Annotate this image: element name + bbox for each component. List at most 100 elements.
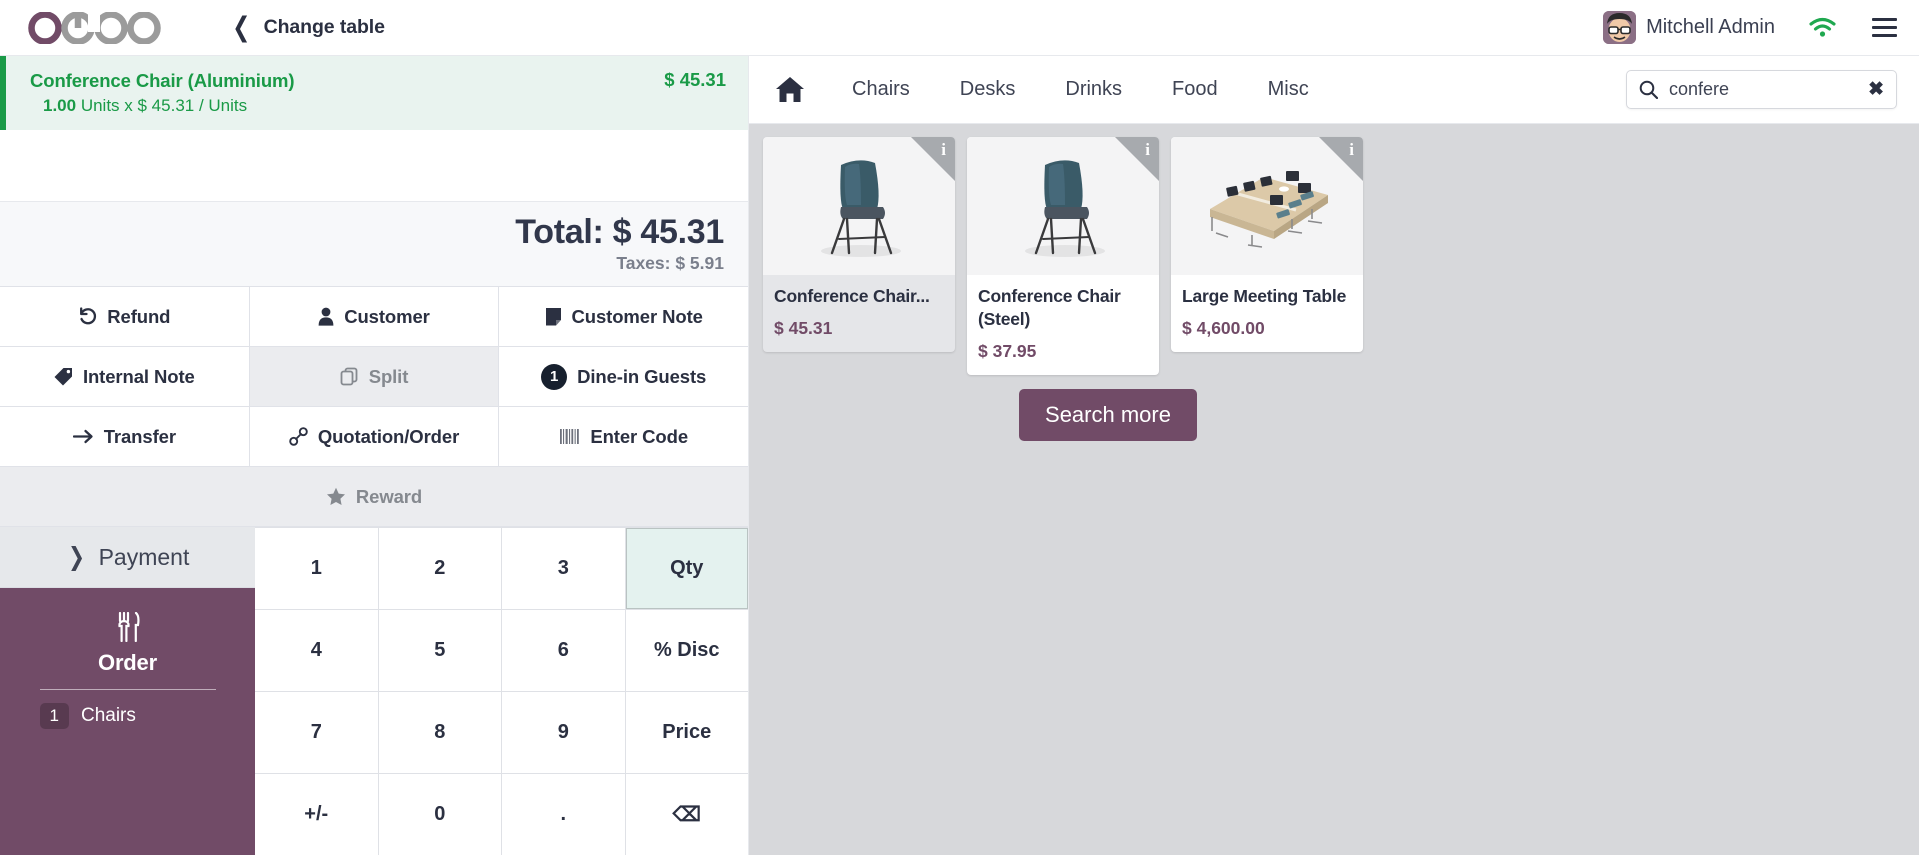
- product-card[interactable]: i Conference Chair... $ 45.31: [763, 137, 955, 352]
- info-icon[interactable]: i: [911, 137, 955, 181]
- action-row-2: Internal Note Split 1 Dine-in Guests: [0, 347, 749, 407]
- payment-numpad-section: ❯ Payment Order 1 Chairs 1 2 3 Qty 4 5 6…: [0, 527, 748, 855]
- info-corner-triangle: [1115, 137, 1159, 181]
- product-image: i: [1171, 137, 1363, 275]
- payment-button[interactable]: ❯ Payment: [0, 527, 255, 588]
- link-icon: [289, 427, 308, 446]
- category-food[interactable]: Food: [1147, 56, 1243, 123]
- star-icon: [326, 487, 346, 506]
- numpad-key-3[interactable]: 3: [502, 528, 625, 609]
- close-x-icon[interactable]: ✖: [1868, 80, 1884, 99]
- numpad-key-6[interactable]: 6: [502, 610, 625, 691]
- wifi-icon[interactable]: [1809, 17, 1836, 38]
- internal-note-button[interactable]: Internal Note: [0, 347, 250, 406]
- product-info: Conference Chair (Steel) $ 37.95: [967, 275, 1159, 375]
- order-totals: Total: $ 45.31 Taxes: $ 5.91: [0, 201, 748, 286]
- numpad-key-1[interactable]: 1: [255, 528, 378, 609]
- category-desks[interactable]: Desks: [935, 56, 1041, 123]
- order-taxes: Taxes: $ 5.91: [616, 253, 724, 273]
- customer-note-button[interactable]: Customer Note: [499, 287, 749, 346]
- customer-button[interactable]: Customer: [249, 287, 500, 346]
- dine-in-guests-label: Dine-in Guests: [577, 365, 707, 387]
- search-more-button[interactable]: Search more: [1019, 388, 1197, 441]
- numpad-key-9[interactable]: 9: [502, 692, 625, 773]
- info-corner-triangle: [1319, 137, 1363, 181]
- order-card-title: Order: [98, 650, 157, 675]
- reward-label: Reward: [355, 485, 423, 507]
- enter-code-button[interactable]: Enter Code: [499, 407, 749, 466]
- product-image: i: [967, 137, 1159, 275]
- wifi-icon-svg: [1809, 17, 1836, 37]
- orderline-selected[interactable]: Conference Chair (Aluminium) 1.00 Units …: [0, 56, 748, 131]
- numpad-key-backspace[interactable]: ⌫: [625, 774, 748, 855]
- orderline-price: $ 45.31: [664, 69, 726, 90]
- category-chairs[interactable]: Chairs: [827, 56, 935, 123]
- conference-chair-aluminium-photo: [799, 147, 919, 265]
- quotation-order-button[interactable]: Quotation/Order: [249, 407, 500, 466]
- products-area: i Conference Chair... $ 45.31 i Conferen…: [749, 124, 1919, 855]
- product-info: Large Meeting Table $ 4,600.00: [1171, 275, 1363, 352]
- info-icon[interactable]: i: [1319, 137, 1363, 181]
- product-image: i: [763, 137, 955, 275]
- numpad-key-discount[interactable]: % Disc: [625, 610, 748, 691]
- numpad-key-price[interactable]: Price: [625, 692, 748, 773]
- numpad-key-4[interactable]: 4: [255, 610, 378, 691]
- product-info: Conference Chair... $ 45.31: [763, 275, 955, 352]
- info-letter: i: [1349, 140, 1354, 159]
- reward-button[interactable]: Reward: [0, 467, 748, 526]
- top-navbar: ❮ Change table Mitchell Admin: [0, 0, 1919, 56]
- main-content: Conference Chair (Aluminium) 1.00 Units …: [0, 56, 1919, 855]
- arrow-right-icon: [72, 428, 94, 445]
- numpad-key-0[interactable]: 0: [378, 774, 501, 855]
- numpad-key-5[interactable]: 5: [378, 610, 501, 691]
- change-table-button[interactable]: ❮ Change table: [230, 14, 385, 41]
- category-misc[interactable]: Misc: [1243, 56, 1334, 123]
- numpad-key-2[interactable]: 2: [378, 528, 501, 609]
- change-table-label: Change table: [263, 16, 385, 38]
- transfer-button[interactable]: Transfer: [0, 407, 250, 466]
- pos-application: ❮ Change table Mitchell Admin Conference…: [0, 0, 1919, 855]
- product-price: $ 45.31: [774, 317, 833, 338]
- order-summary-card[interactable]: Order 1 Chairs: [0, 588, 255, 855]
- numpad-key-plusminus[interactable]: +/-: [255, 774, 378, 855]
- quotation-order-label: Quotation/Order: [317, 425, 460, 447]
- odoo-logo[interactable]: [0, 11, 210, 44]
- split-button[interactable]: Split: [249, 347, 500, 406]
- product-card[interactable]: i Conference Chair (Steel) $ 37.95: [967, 137, 1159, 375]
- conference-chair-steel-photo: [1003, 147, 1123, 265]
- product-grid: i Conference Chair... $ 45.31 i Conferen…: [763, 137, 1919, 375]
- guest-count-badge: 1: [541, 363, 568, 390]
- action-row-3: Transfer Quotation/Order Enter Code: [0, 407, 749, 467]
- info-icon[interactable]: i: [1115, 137, 1159, 181]
- numpad-key-8[interactable]: 8: [378, 692, 501, 773]
- search-input[interactable]: confere: [1669, 79, 1857, 100]
- hamburger-menu-icon[interactable]: [1872, 18, 1897, 37]
- info-letter: i: [1145, 140, 1150, 159]
- home-category-button[interactable]: [771, 76, 827, 103]
- orderline-qty: 1.00: [43, 96, 77, 116]
- navbar-right-group: Mitchell Admin: [1603, 11, 1919, 44]
- category-drinks[interactable]: Drinks: [1040, 56, 1147, 123]
- numpad-key-7[interactable]: 7: [255, 692, 378, 773]
- orderline-unit-detail: Units x $ 45.31 / Units: [80, 96, 248, 116]
- refund-button[interactable]: Refund: [0, 287, 250, 346]
- numpad-key-qty[interactable]: Qty: [625, 528, 748, 609]
- product-price: $ 4,600.00: [1182, 317, 1265, 338]
- person-icon: [318, 307, 334, 326]
- product-price: $ 37.95: [978, 340, 1037, 361]
- avatar[interactable]: [1603, 11, 1637, 44]
- payment-label: Payment: [98, 543, 190, 570]
- orderline-quantity-detail: 1.00 Units x $ 45.31 / Units: [30, 96, 650, 116]
- transfer-label: Transfer: [103, 425, 176, 447]
- refund-undo-icon: [78, 307, 97, 326]
- numpad-key-decimal[interactable]: .: [502, 774, 625, 855]
- product-card[interactable]: i Large Meeting Table $ 4,600.00: [1171, 137, 1363, 352]
- info-corner-triangle: [911, 137, 955, 181]
- dine-in-guests-button[interactable]: 1 Dine-in Guests: [499, 347, 749, 406]
- internal-note-label: Internal Note: [82, 365, 195, 387]
- search-box[interactable]: confere ✖: [1626, 70, 1897, 109]
- note-icon: [545, 307, 562, 326]
- action-row-1: Refund Customer Customer Note: [0, 287, 749, 347]
- orderlines-list: Conference Chair (Aluminium) 1.00 Units …: [0, 56, 748, 202]
- avatar-image: [1603, 11, 1637, 44]
